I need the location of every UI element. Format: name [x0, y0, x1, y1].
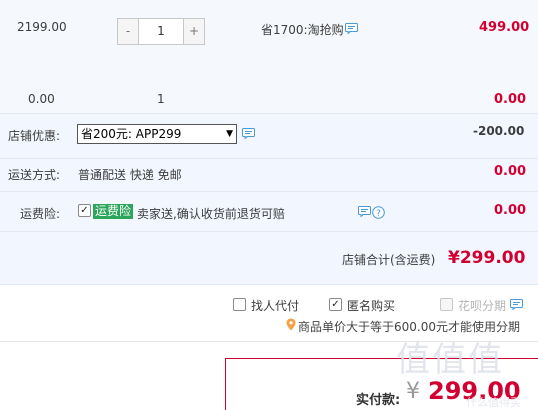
- quantity-stepper: - 1 +: [117, 18, 205, 45]
- item-row-background: [0, 0, 538, 114]
- bundle-quantity: 1: [157, 92, 165, 106]
- insurance-checkbox[interactable]: ✓: [78, 204, 91, 217]
- shipping-amount: 0.00: [494, 164, 527, 179]
- huabei-label: 花呗分期: [458, 299, 507, 313]
- final-payment-label: 实付款:: [356, 393, 401, 408]
- help-icon[interactable]: ?: [372, 206, 385, 222]
- currency-symbol: ¥: [406, 379, 420, 404]
- insurance-description: 卖家送,确认收货前退货可赔: [137, 207, 285, 221]
- svg-text:?: ?: [376, 209, 381, 219]
- pay-for-me-label[interactable]: 找人代付: [251, 297, 299, 314]
- shipping-method: 普通配送 快递 免邮: [78, 168, 182, 182]
- bundle-subtotal: 0.00: [494, 92, 527, 107]
- location-pin-icon: [286, 318, 296, 334]
- dropdown-arrow-icon: ▼: [226, 129, 233, 139]
- anonymous-checkbox[interactable]: ✓: [329, 298, 342, 311]
- insurance-label: 运费险:: [20, 207, 61, 221]
- chat-icon[interactable]: [242, 128, 255, 139]
- quantity-decrease-button[interactable]: -: [118, 19, 139, 44]
- promotion-label: 省1700:淘抢购: [261, 23, 344, 37]
- chat-icon[interactable]: [358, 206, 371, 217]
- shop-discount-amount: -200.00: [473, 124, 525, 138]
- shop-discount-select[interactable]: 省200元: APP299 ▼: [77, 124, 237, 144]
- insurance-amount: 0.00: [494, 203, 527, 218]
- row-divider: [0, 158, 538, 159]
- chat-icon[interactable]: [510, 299, 523, 313]
- row-divider: [0, 191, 538, 192]
- huabei-checkbox[interactable]: [440, 298, 453, 311]
- quantity-increase-button[interactable]: +: [183, 19, 204, 44]
- shop-total-value: ¥299.00: [448, 248, 526, 268]
- watermark-text: 什么值得买: [466, 396, 521, 409]
- pay-for-me-checkbox[interactable]: [233, 298, 246, 311]
- insurance-badge: 运费险: [93, 204, 134, 219]
- shop-discount-label: 店铺优惠:: [8, 129, 61, 143]
- item-subtotal: 499.00: [479, 20, 530, 35]
- anonymous-label[interactable]: 匿名购买: [347, 297, 395, 314]
- shop-total-label: 店铺合计(含运费): [342, 253, 436, 267]
- watermark-logo: 值值值: [396, 340, 504, 380]
- chat-icon[interactable]: [345, 23, 358, 34]
- quantity-input[interactable]: 1: [139, 19, 183, 44]
- unit-price: 2199.00: [17, 20, 67, 34]
- shipping-label: 运送方式:: [8, 168, 61, 182]
- bundle-price: 0.00: [28, 92, 55, 106]
- row-divider: [0, 231, 538, 232]
- shop-discount-selected: 省200元: APP299: [81, 127, 182, 141]
